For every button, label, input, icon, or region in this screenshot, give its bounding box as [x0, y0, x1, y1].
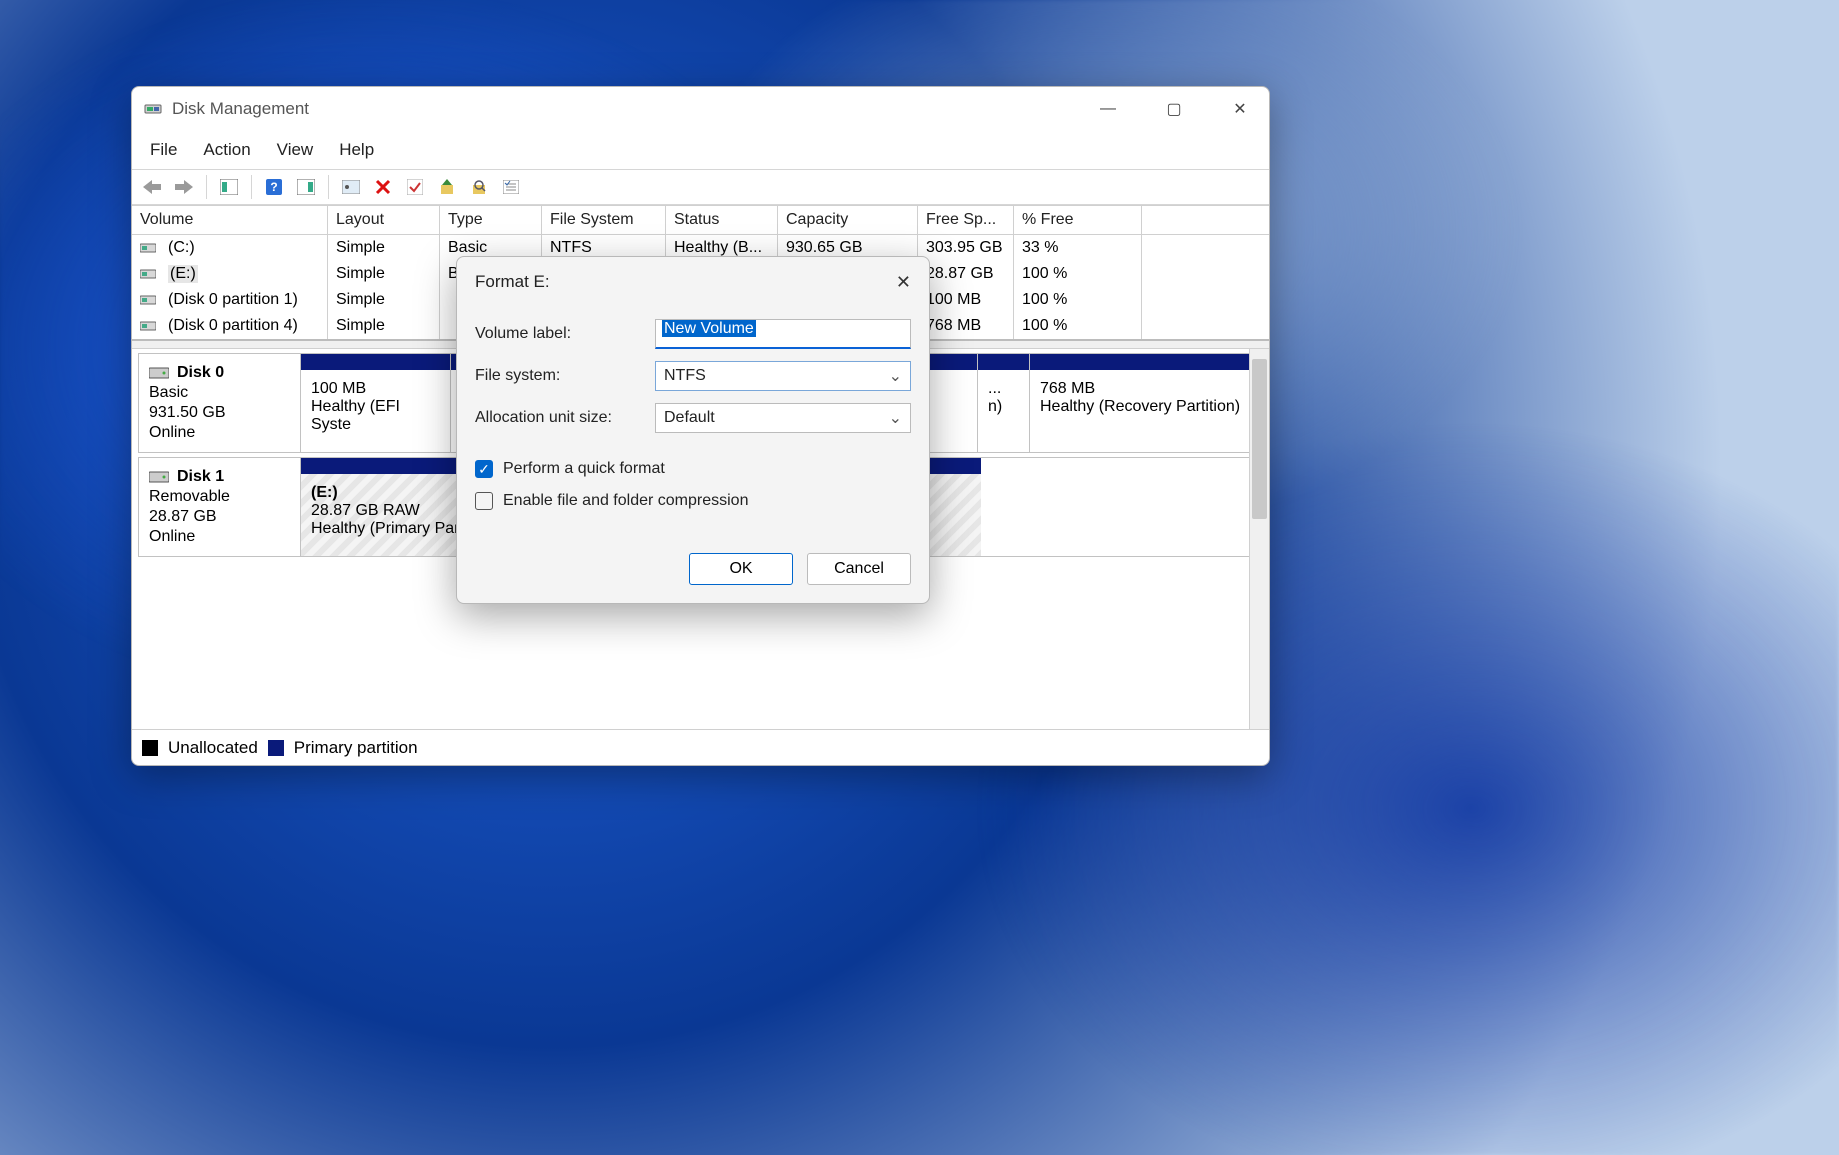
legend: Unallocated Primary partition — [132, 729, 1269, 765]
window-controls: ― ▢ ✕ — [1091, 94, 1257, 124]
vertical-scrollbar[interactable] — [1249, 349, 1269, 729]
svg-text:?: ? — [270, 180, 277, 194]
window-title: Disk Management — [172, 99, 309, 119]
list-check-icon[interactable] — [497, 175, 525, 199]
filesystem-label: File system: — [475, 367, 655, 385]
app-icon — [144, 100, 162, 118]
search-icon[interactable] — [465, 175, 493, 199]
col-capacity[interactable]: Capacity — [778, 205, 918, 235]
up-icon[interactable] — [433, 175, 461, 199]
compression-label: Enable file and folder compression — [503, 492, 748, 510]
cancel-button[interactable]: Cancel — [807, 553, 911, 585]
toolbar: ? — [132, 169, 1269, 205]
show-panel-icon[interactable] — [215, 175, 243, 199]
menu-view[interactable]: View — [267, 136, 324, 164]
close-button[interactable]: ✕ — [1223, 94, 1257, 124]
dialog-title: Format E: — [475, 272, 550, 292]
col-filesystem[interactable]: File System — [542, 205, 666, 235]
volume-grid-header: Volume Layout Type File System Status Ca… — [132, 205, 1269, 235]
menu-file[interactable]: File — [140, 136, 187, 164]
help-icon[interactable]: ? — [260, 175, 288, 199]
chevron-down-icon: ⌄ — [889, 366, 902, 386]
volume-label-label: Volume label: — [475, 325, 655, 343]
legend-label-primary: Primary partition — [294, 738, 418, 758]
col-type[interactable]: Type — [440, 205, 542, 235]
dialog-close-icon[interactable]: ✕ — [896, 272, 911, 293]
volume-label-input[interactable]: New Volume — [655, 319, 911, 349]
col-free[interactable]: Free Sp... — [918, 205, 1014, 235]
disk-header[interactable]: Disk 0Basic931.50 GBOnline — [139, 354, 301, 452]
panel-right-icon[interactable] — [292, 175, 320, 199]
legend-label-unallocated: Unallocated — [168, 738, 258, 758]
quick-format-checkbox[interactable]: ✓ — [475, 460, 493, 478]
allocation-unit-label: Allocation unit size: — [475, 409, 655, 427]
legend-swatch-unallocated — [142, 740, 158, 756]
back-icon[interactable] — [138, 175, 166, 199]
delete-icon[interactable] — [369, 175, 397, 199]
legend-swatch-primary — [268, 740, 284, 756]
disk-header[interactable]: Disk 1Removable28.87 GBOnline — [139, 458, 301, 556]
filesystem-combo[interactable]: NTFS⌄ — [655, 361, 911, 391]
forward-icon[interactable] — [170, 175, 198, 199]
menu-help[interactable]: Help — [329, 136, 384, 164]
partition[interactable]: 768 MBHealthy (Recovery Partition) — [1030, 354, 1262, 452]
chevron-down-icon: ⌄ — [889, 408, 902, 428]
col-volume[interactable]: Volume — [132, 205, 328, 235]
quick-format-label: Perform a quick format — [503, 460, 665, 478]
col-layout[interactable]: Layout — [328, 205, 440, 235]
col-status[interactable]: Status — [666, 205, 778, 235]
partition[interactable]: ...n) — [978, 354, 1030, 452]
dialog-titlebar[interactable]: Format E: ✕ — [457, 257, 929, 307]
compression-checkbox[interactable] — [475, 492, 493, 510]
ok-button[interactable]: OK — [689, 553, 793, 585]
menu-bar: File Action View Help — [132, 131, 1269, 169]
check-icon[interactable] — [401, 175, 429, 199]
partition[interactable]: 100 MBHealthy (EFI Syste — [301, 354, 451, 452]
format-dialog: Format E: ✕ Volume label: New Volume Fil… — [456, 256, 930, 604]
menu-action[interactable]: Action — [193, 136, 260, 164]
properties-icon[interactable] — [337, 175, 365, 199]
col-pctfree[interactable]: % Free — [1014, 205, 1142, 235]
titlebar[interactable]: Disk Management ― ▢ ✕ — [132, 87, 1269, 131]
allocation-unit-combo[interactable]: Default⌄ — [655, 403, 911, 433]
minimize-button[interactable]: ― — [1091, 94, 1125, 124]
maximize-button[interactable]: ▢ — [1157, 94, 1191, 124]
